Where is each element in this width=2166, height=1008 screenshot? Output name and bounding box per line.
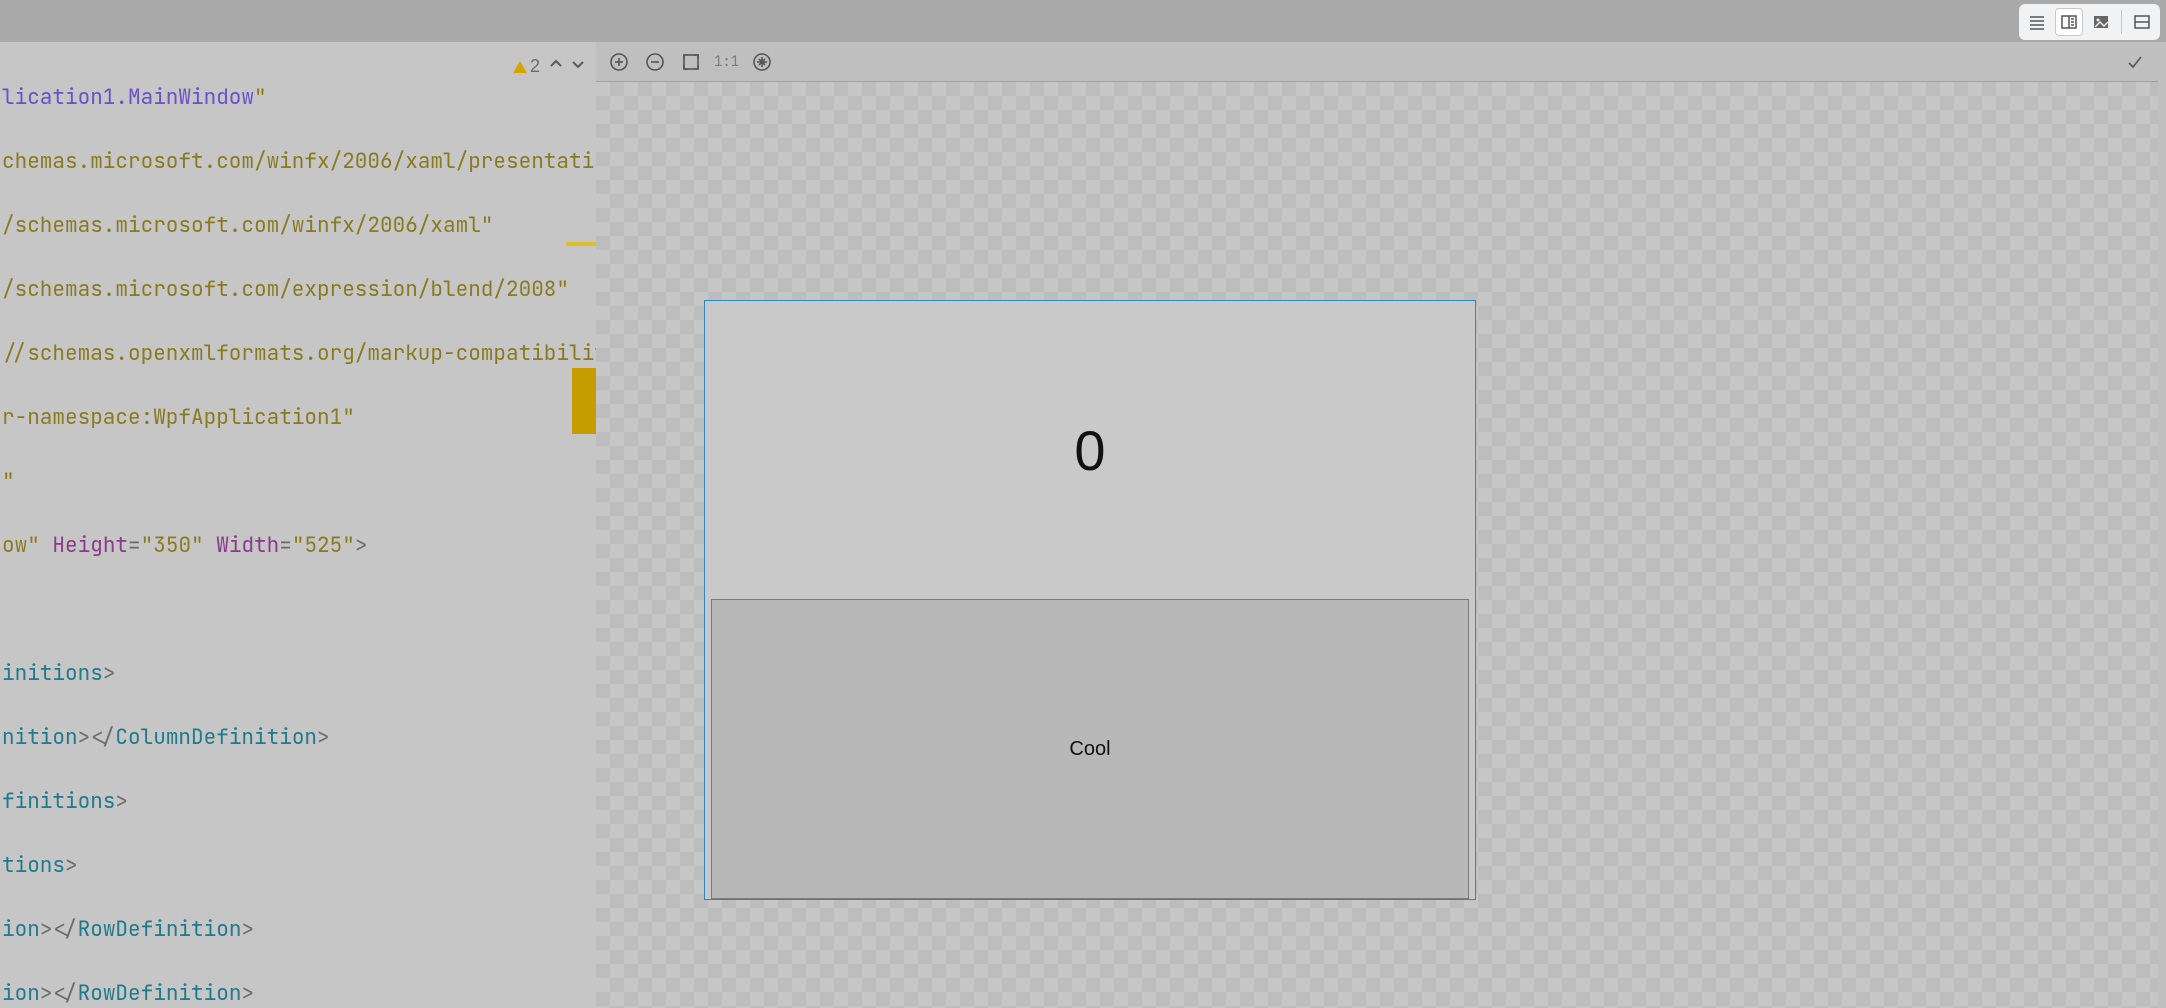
preview-window[interactable]: 0 Cool — [704, 300, 1476, 900]
zoom-out-button[interactable] — [642, 49, 668, 75]
separator — [2121, 10, 2122, 34]
next-highlight-button[interactable] — [570, 56, 586, 77]
prev-highlight-button[interactable] — [548, 56, 564, 77]
right-gutter — [2158, 42, 2166, 1008]
code-editor-pane[interactable]: 2 lication1.MainWindow" chemas.microsoft… — [0, 42, 596, 1008]
main-area: 2 lication1.MainWindow" chemas.microsoft… — [0, 42, 2166, 1008]
title-bar — [0, 0, 2166, 42]
warnings-indicator[interactable]: 2 — [512, 56, 540, 77]
zoom-expand-button[interactable] — [749, 49, 775, 75]
preview-label-text: 0 — [1074, 418, 1105, 483]
zoom-fit-button[interactable] — [678, 49, 704, 75]
designer-status-ok-icon — [2122, 49, 2148, 75]
preview-button-text: Cool — [1069, 738, 1110, 761]
preview-label-cell[interactable]: 0 — [705, 301, 1475, 599]
view-editor-only-button[interactable] — [2023, 8, 2051, 36]
zoom-actual-size-button[interactable]: 1:1 — [714, 49, 739, 75]
designer-toolbar: 1:1 — [596, 42, 2158, 82]
designer-canvas[interactable]: 0 Cool — [596, 82, 2158, 1008]
code-area[interactable]: lication1.MainWindow" chemas.microsoft.c… — [0, 50, 596, 1008]
designer-pane: 1:1 0 Cool — [596, 42, 2158, 1008]
view-mode-toggle — [2019, 4, 2160, 40]
view-preview-only-button[interactable] — [2087, 8, 2115, 36]
view-editor-and-preview-button[interactable] — [2055, 8, 2083, 36]
inspections-widget: 2 — [512, 56, 586, 77]
warning-count: 2 — [530, 56, 540, 77]
zoom-in-button[interactable] — [606, 49, 632, 75]
view-split-horizontal-button[interactable] — [2128, 8, 2156, 36]
preview-button[interactable]: Cool — [711, 599, 1469, 899]
